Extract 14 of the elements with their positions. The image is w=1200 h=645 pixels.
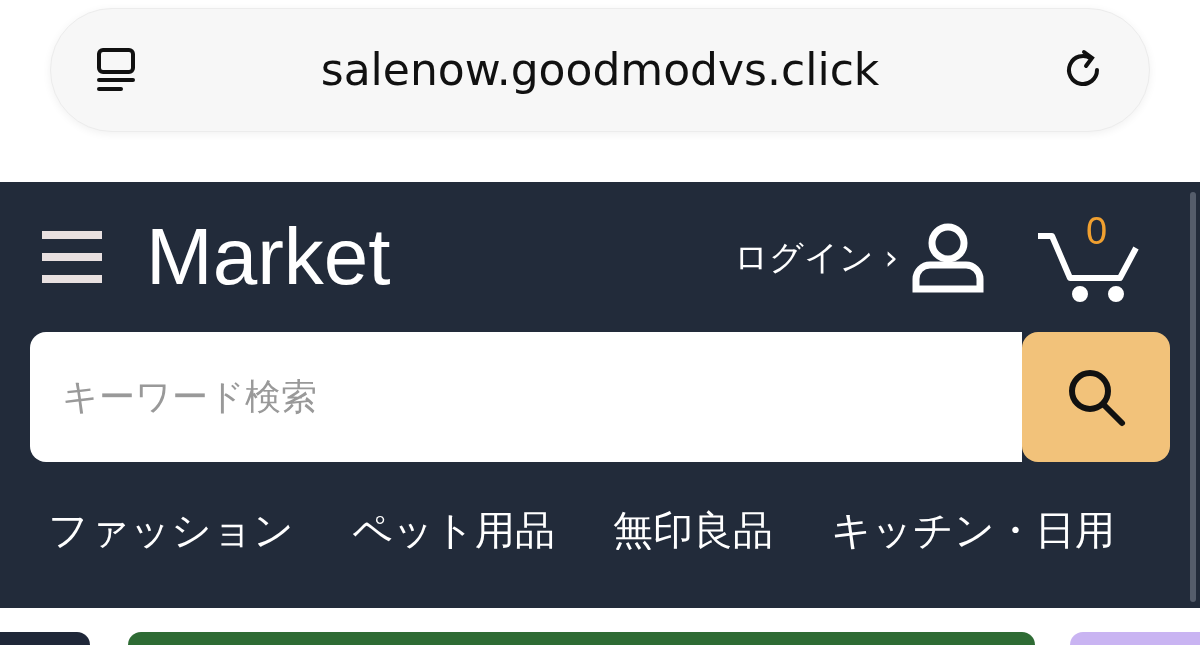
user-icon[interactable] [912,221,984,293]
url-text[interactable]: salenow.goodmodvs.click [320,37,880,103]
category-link[interactable]: 無印良品 [613,510,773,550]
category-link[interactable]: ファッション [48,510,294,550]
category-link[interactable]: キッチン・日用 [831,510,1115,550]
search-button[interactable] [1022,332,1170,462]
category-link[interactable]: ペット用品 [352,510,555,550]
banner-card[interactable] [0,632,90,645]
menu-icon[interactable] [42,229,102,285]
address-bar[interactable]: salenow.goodmodvs.click [50,8,1150,132]
login-link[interactable]: ログイン › [733,231,898,283]
cart-count: 0 [1086,212,1108,250]
search-field[interactable]: キーワード検索 [30,332,1022,462]
logo-text[interactable]: Market [146,217,391,297]
